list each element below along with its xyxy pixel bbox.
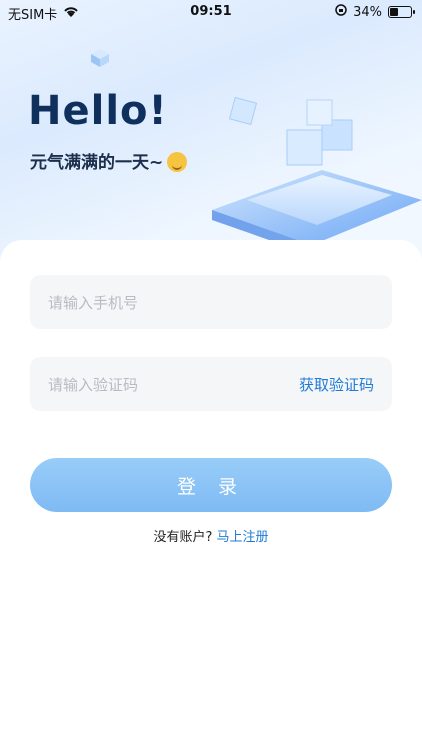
get-code-button[interactable]: 获取验证码: [299, 374, 374, 395]
hero-subtitle: 元气满满的一天~: [30, 148, 188, 173]
hero-banner: 无SIM卡 09:51 34% Hello! 元气满满的一天~: [0, 0, 422, 270]
status-bar: 无SIM卡 09:51 34%: [0, 0, 422, 24]
battery-icon: [388, 6, 415, 18]
code-placeholder: 请输入验证码: [48, 375, 139, 394]
register-link[interactable]: 马上注册: [217, 530, 269, 545]
register-row: 没有账户? 马上注册: [0, 526, 422, 545]
party-face-icon: [167, 152, 188, 172]
login-card: 请输入手机号 请输入验证码 获取验证码 登 录 没有账户? 马上注册: [0, 240, 422, 750]
rotation-lock-icon: [335, 4, 347, 20]
login-button[interactable]: 登 录: [30, 458, 392, 512]
small-cube-icon: [91, 49, 109, 67]
code-input[interactable]: 请输入验证码 获取验证码: [30, 357, 392, 411]
phone-placeholder: 请输入手机号: [48, 293, 139, 312]
battery-percent: 34%: [353, 4, 382, 20]
no-account-text: 没有账户?: [153, 530, 213, 545]
hello-title: Hello!: [28, 88, 168, 134]
phone-input[interactable]: 请输入手机号: [30, 275, 392, 329]
cube-illustration: [212, 96, 422, 255]
